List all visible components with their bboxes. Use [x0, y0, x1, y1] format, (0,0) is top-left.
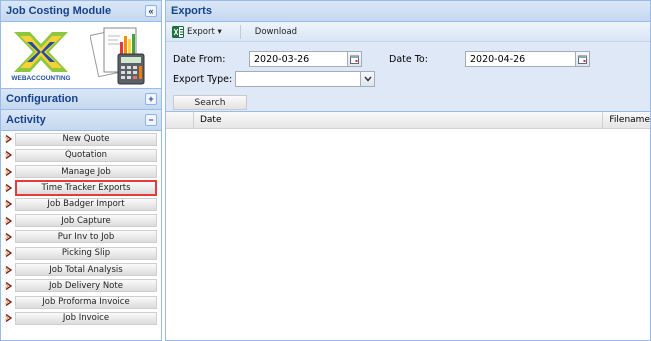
- search-button-label: Search: [194, 97, 226, 108]
- arrow-right-icon: [1, 216, 15, 225]
- menu-item-label[interactable]: Job Proforma Invoice: [15, 295, 157, 309]
- menu-item-label[interactable]: Time Tracker Exports: [15, 180, 157, 197]
- exports-grid-header: Date Filename: [166, 112, 650, 129]
- job-costing-panel-header: Job Costing Module «: [1, 1, 161, 22]
- logo-text: WEBACCOUNTING: [11, 75, 70, 82]
- accounting-illustration-icon: [90, 27, 145, 85]
- arrow-right-icon: [1, 232, 15, 241]
- menu-item-label[interactable]: New Quote: [15, 132, 157, 146]
- webaccounting-logo: WEBACCOUNTING: [11, 32, 71, 82]
- activity-section-header[interactable]: Activity −: [1, 110, 161, 131]
- menu-item[interactable]: Quotation: [1, 147, 161, 163]
- menu-item-label[interactable]: Job Badger Import: [15, 197, 157, 211]
- menu-item-label[interactable]: Job Delivery Note: [15, 279, 157, 293]
- exports-panel-header: Exports: [166, 1, 650, 22]
- date-from-field[interactable]: 2020-03-26: [249, 51, 362, 67]
- arrow-right-icon: [1, 265, 15, 274]
- menu-item[interactable]: Time Tracker Exports: [1, 180, 161, 197]
- arrow-right-icon: [1, 135, 15, 144]
- arrow-right-icon: [1, 200, 15, 209]
- export-type-select[interactable]: [235, 71, 375, 87]
- date-to-field[interactable]: 2020-04-26: [465, 51, 590, 67]
- menu-item[interactable]: Picking Slip: [1, 245, 161, 261]
- excel-icon: [172, 25, 184, 38]
- activity-section-label: Activity: [6, 114, 46, 126]
- menu-item-label[interactable]: Picking Slip: [15, 246, 157, 260]
- exports-panel: Exports Export ▾ Download Date From: 202…: [165, 0, 651, 341]
- activity-menu: New Quote Quotation Manage Job Time Tracker…: [1, 131, 161, 327]
- date-to-label: Date To:: [389, 54, 428, 65]
- export-menu-label: Export ▾: [187, 26, 222, 37]
- export-filter-form: Date From: 2020-03-26 Date To: 2020-04-2…: [166, 42, 650, 112]
- grid-header-select-column[interactable]: [166, 112, 194, 128]
- menu-item-label[interactable]: Pur Inv to Job: [15, 230, 157, 244]
- menu-item[interactable]: Job Proforma Invoice: [1, 294, 161, 310]
- expand-configuration-button[interactable]: +: [145, 93, 157, 105]
- collapse-activity-button[interactable]: −: [145, 114, 157, 126]
- date-from-label: Date From:: [173, 54, 226, 65]
- menu-item[interactable]: Job Invoice: [1, 310, 161, 326]
- download-button[interactable]: Download: [253, 24, 303, 40]
- double-chevron-left-icon: «: [148, 5, 154, 16]
- menu-item[interactable]: Job Total Analysis: [1, 261, 161, 277]
- exports-grid-body: [166, 129, 650, 339]
- search-button[interactable]: Search: [173, 95, 247, 110]
- exports-title: Exports: [171, 5, 212, 17]
- arrow-right-icon: [1, 184, 15, 193]
- logo-area: WEBACCOUNTING: [1, 22, 161, 89]
- minus-icon: −: [148, 114, 154, 125]
- menu-item[interactable]: Job Delivery Note: [1, 278, 161, 294]
- export-type-dropdown-button[interactable]: [360, 72, 374, 86]
- grid-header-filename[interactable]: Filename: [603, 112, 650, 128]
- menu-item[interactable]: Job Badger Import: [1, 196, 161, 212]
- export-type-label: Export Type:: [173, 74, 233, 85]
- menu-item-label[interactable]: Job Total Analysis: [15, 263, 157, 277]
- configuration-section-label: Configuration: [6, 93, 79, 105]
- menu-item[interactable]: Job Capture: [1, 212, 161, 228]
- plus-icon: +: [148, 93, 154, 104]
- arrow-right-icon: [1, 249, 15, 258]
- menu-item-label[interactable]: Quotation: [15, 148, 157, 162]
- calendar-icon: [350, 55, 359, 64]
- arrow-right-icon: [1, 151, 15, 160]
- calendar-icon: [578, 55, 587, 64]
- menu-item[interactable]: Pur Inv to Job: [1, 229, 161, 245]
- menu-item-label[interactable]: Job Invoice: [15, 311, 157, 325]
- arrow-right-icon: [1, 167, 15, 176]
- arrow-right-icon: [1, 314, 15, 323]
- export-menu-button[interactable]: Export ▾: [170, 24, 228, 40]
- collapse-panel-button[interactable]: «: [145, 5, 157, 17]
- toolbar-separator: [239, 24, 241, 39]
- date-from-picker-button[interactable]: [347, 52, 361, 66]
- menu-item[interactable]: Manage Job: [1, 164, 161, 180]
- download-label: Download: [254, 26, 298, 37]
- job-costing-panel: Job Costing Module « WEBACCOUNTING Confi…: [0, 0, 162, 341]
- configuration-section-header[interactable]: Configuration +: [1, 89, 161, 110]
- exports-toolbar: Export ▾ Download: [166, 22, 650, 42]
- date-from-value: 2020-03-26: [254, 53, 310, 65]
- date-to-picker-button[interactable]: [575, 52, 589, 66]
- menu-item[interactable]: New Quote: [1, 131, 161, 147]
- arrow-right-icon: [1, 298, 15, 307]
- date-to-value: 2020-04-26: [470, 53, 526, 65]
- menu-item-label[interactable]: Manage Job: [15, 165, 157, 179]
- arrow-right-icon: [1, 281, 15, 290]
- chevron-down-icon: [363, 76, 372, 82]
- panel-title: Job Costing Module: [6, 5, 112, 17]
- menu-item-label[interactable]: Job Capture: [15, 214, 157, 228]
- grid-header-date[interactable]: Date: [194, 112, 604, 128]
